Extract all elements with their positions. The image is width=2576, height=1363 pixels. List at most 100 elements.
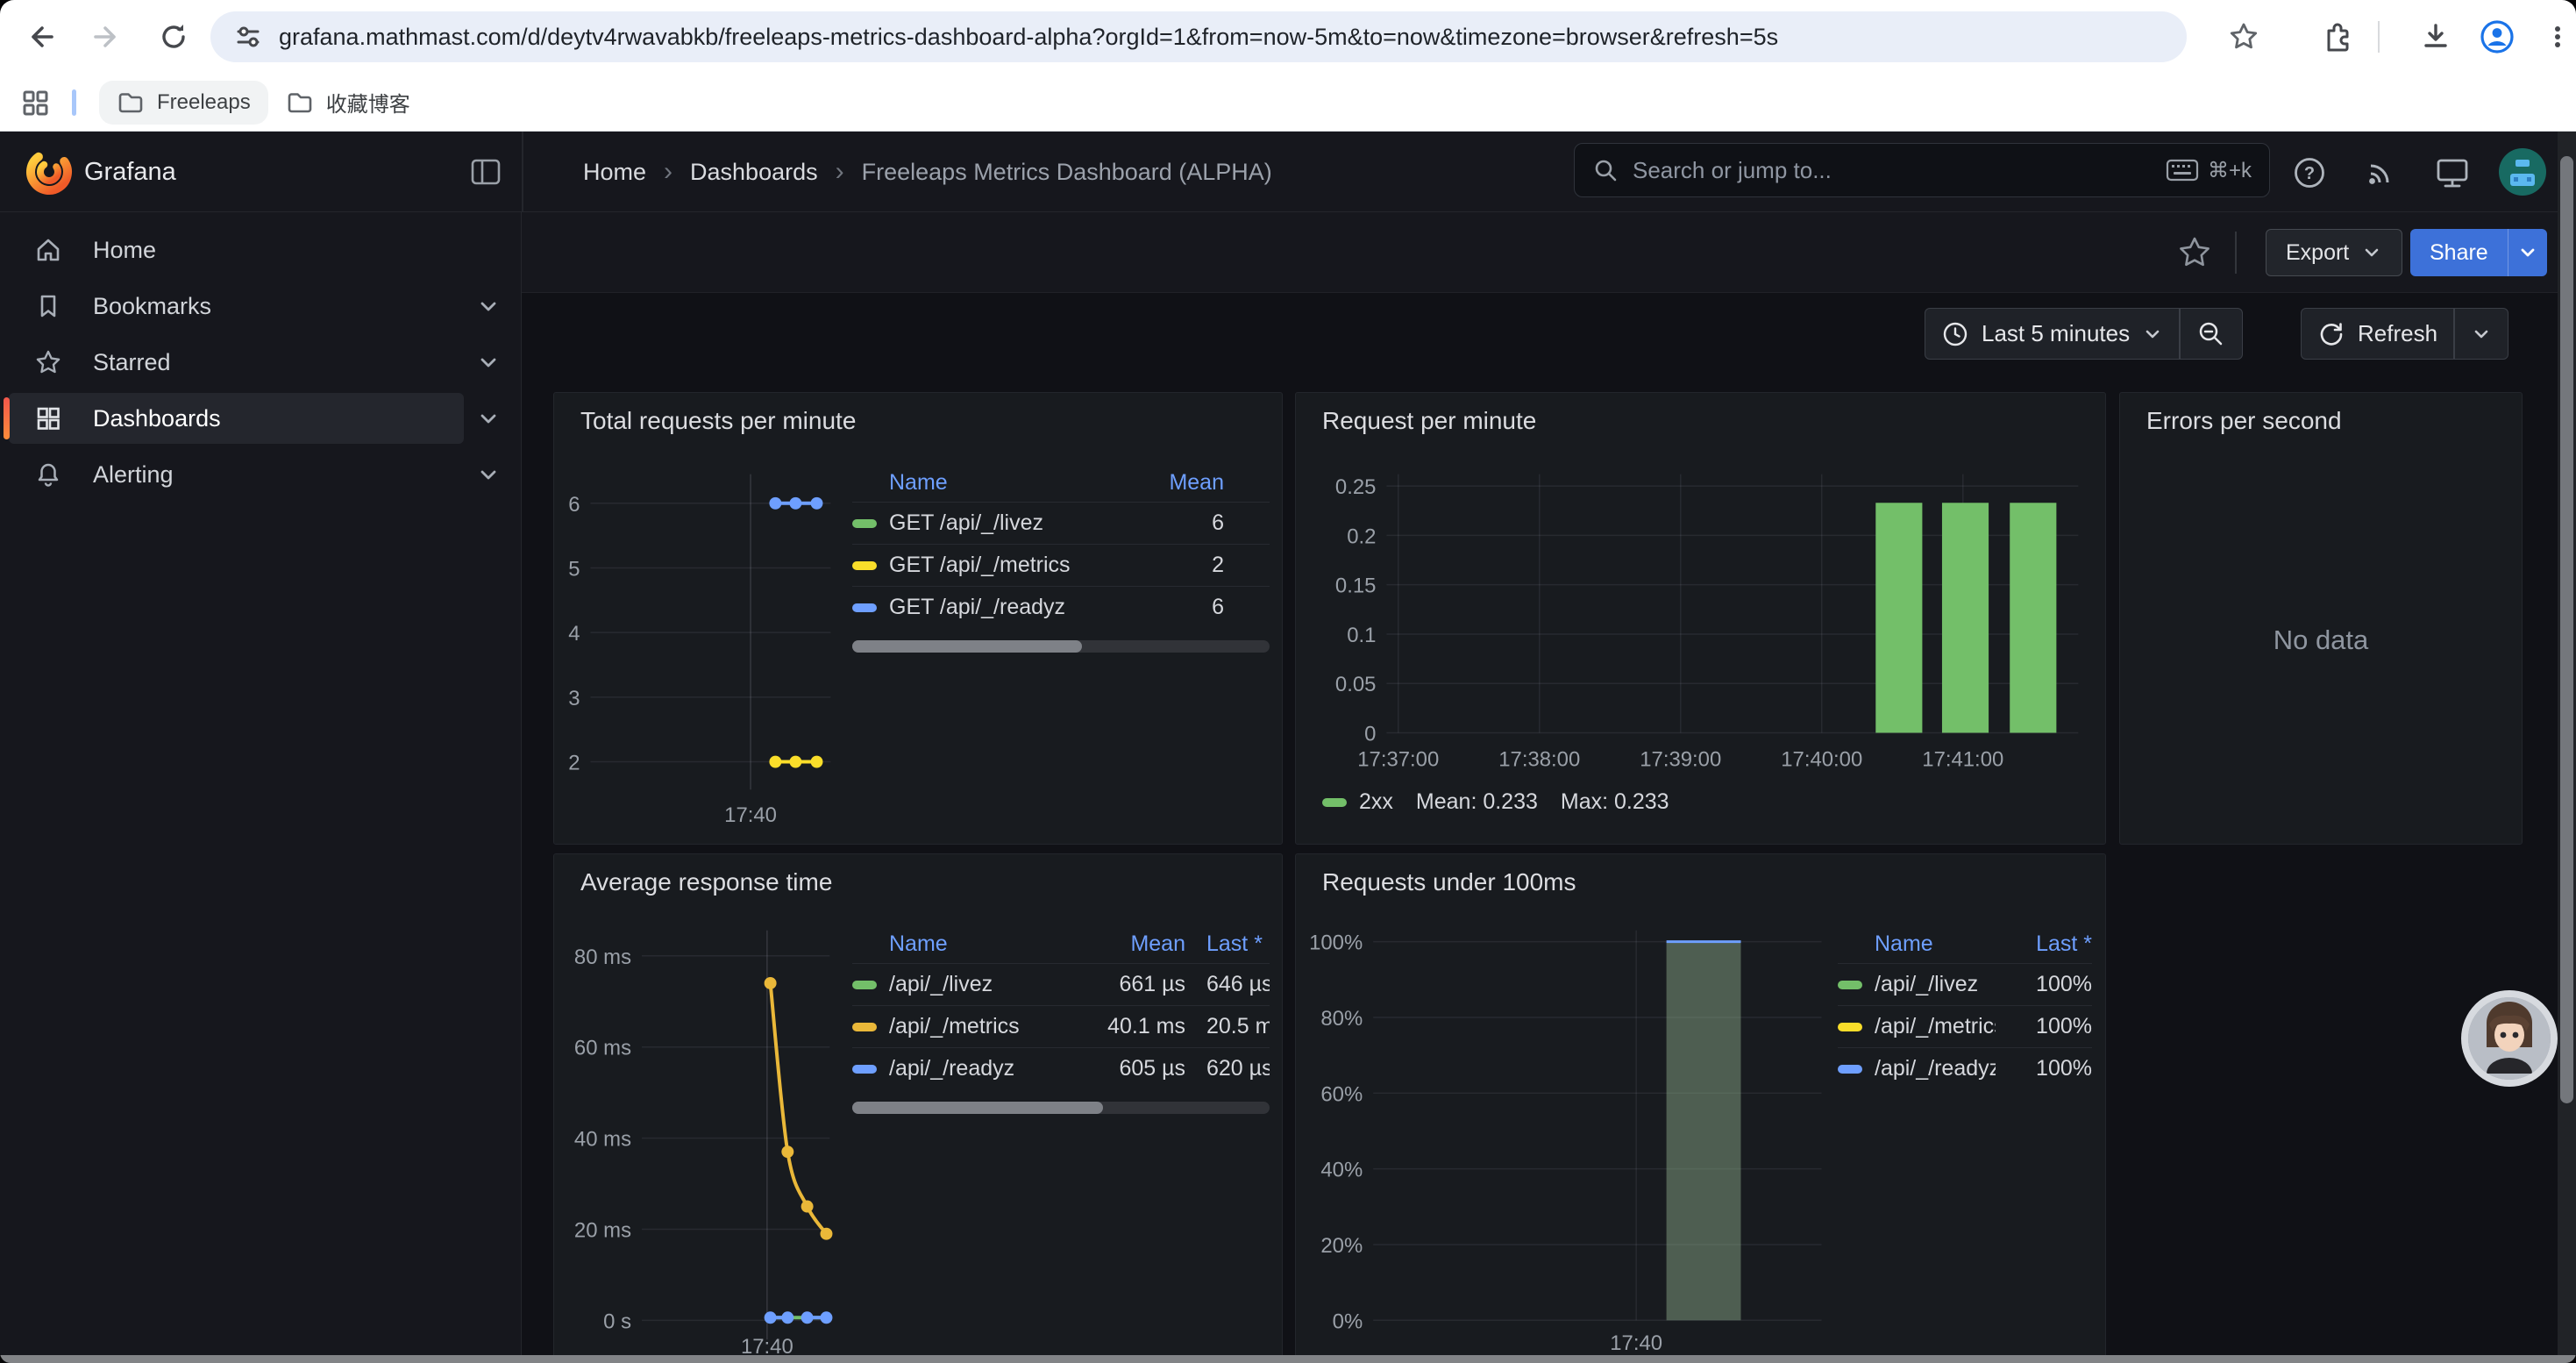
panel-average-response-time: 80 ms60 ms40 ms20 ms0 s17:40 Average res…	[553, 853, 1283, 1363]
svg-text:17:38:00: 17:38:00	[1498, 747, 1580, 771]
legend-row[interactable]: /api/_/readyz605 µs620 µs	[852, 1047, 1270, 1089]
sidebar-item-alerting[interactable]: Alerting	[9, 449, 464, 500]
refresh-button[interactable]: Refresh	[2302, 309, 2453, 359]
no-data-message: No data	[2120, 393, 2522, 844]
export-button[interactable]: Export	[2266, 229, 2402, 276]
bookmark-folder-freeleaps[interactable]: Freeleaps	[99, 81, 268, 125]
svg-text:40%: 40%	[1320, 1159, 1363, 1182]
user-avatar[interactable]	[2498, 147, 2547, 196]
svg-text:6: 6	[568, 493, 580, 517]
sidebar-item-home[interactable]: Home	[9, 225, 464, 275]
svg-text:0.15: 0.15	[1335, 574, 1377, 598]
legend-column-header[interactable]: Mean	[1054, 931, 1185, 957]
forward-button[interactable]	[82, 12, 132, 61]
legend-column-header[interactable]: Mean	[1119, 470, 1224, 496]
legend-row[interactable]: /api/_/readyz100%	[1838, 1047, 2092, 1089]
apps-grid-icon[interactable]	[19, 87, 51, 118]
sidebar-item-label: Bookmarks	[93, 293, 211, 320]
share-button-main[interactable]: Share	[2410, 229, 2508, 276]
panel-legend-table: NameMeanLast */api/_/livez661 µs646 µs/a…	[852, 924, 1270, 1114]
refresh-interval-caret[interactable]	[2455, 309, 2508, 359]
refresh-icon	[2317, 320, 2345, 348]
panel-legend: 2xx Mean: 0.233 Max: 0.233	[1322, 789, 1669, 815]
chevron-down-icon[interactable]	[475, 461, 502, 488]
legend-column-header[interactable]: Last *	[1996, 931, 2092, 957]
legend-row[interactable]: /api/_/livez100%	[1838, 963, 2092, 1005]
svg-text:5: 5	[568, 557, 580, 581]
sidebar-item-starred[interactable]: Starred	[9, 337, 464, 388]
svg-text:60%: 60%	[1320, 1082, 1363, 1106]
site-settings-icon[interactable]	[233, 22, 263, 52]
page-scrollbar	[2558, 132, 2576, 1363]
panel-legend-table: NameLast */api/_/livez100%/api/_/metrics…	[1838, 924, 2092, 1089]
monitor-icon[interactable]	[2431, 152, 2473, 194]
bookmark-folder-blogs[interactable]: 收藏博客	[268, 81, 428, 125]
legend-column-header[interactable]: Last *	[1206, 931, 1270, 957]
legend-row[interactable]: GET /api/_/metrics2	[852, 544, 1270, 586]
legend-row[interactable]: /api/_/metrics40.1 ms20.5 ms	[852, 1005, 1270, 1047]
favorite-dashboard-icon[interactable]	[2175, 233, 2214, 272]
chevron-down-icon[interactable]	[475, 405, 502, 432]
svg-text:0: 0	[1364, 722, 1376, 746]
assistant-avatar-widget[interactable]	[2460, 989, 2558, 1088]
time-range-picker[interactable]: Last 5 minutes	[1925, 309, 2179, 359]
zoom-out-button[interactable]	[2181, 309, 2242, 359]
legend-row[interactable]: GET /api/_/livez6	[852, 502, 1270, 544]
series-swatch	[1838, 1023, 1862, 1031]
svg-text:80%: 80%	[1320, 1007, 1363, 1031]
sidebar-item-dashboards[interactable]: Dashboards	[9, 393, 464, 444]
dashboard-actions-bar: Export Share	[522, 212, 2576, 293]
legend-row[interactable]: /api/_/livez661 µs646 µs	[852, 963, 1270, 1005]
svg-text:20 ms: 20 ms	[574, 1218, 631, 1242]
svg-text:17:39:00: 17:39:00	[1640, 747, 1721, 771]
series-swatch	[852, 981, 877, 989]
brand-name[interactable]: Grafana	[84, 132, 176, 212]
panel-title[interactable]: Average response time	[580, 868, 832, 896]
chevron-down-icon	[2142, 324, 2163, 345]
svg-text:17:41:00: 17:41:00	[1922, 747, 2003, 771]
panel-title[interactable]: Request per minute	[1322, 407, 1536, 435]
header-divider	[522, 132, 523, 211]
legend-item[interactable]: 2xx	[1322, 789, 1393, 815]
browser-menu-icon[interactable]	[2533, 12, 2576, 61]
url-text[interactable]: grafana.mathmast.com/d/deytv4rwavabkb/fr…	[279, 24, 1778, 51]
profile-icon[interactable]	[2473, 12, 2522, 61]
svg-text:17:40:00: 17:40:00	[1781, 747, 1862, 771]
svg-text:0.1: 0.1	[1347, 624, 1376, 647]
downloads-icon[interactable]	[2411, 12, 2460, 61]
panel-legend-table: NameMeanGET /api/_/livez6GET /api/_/metr…	[852, 463, 1270, 653]
legend-scrollbar[interactable]	[852, 640, 1270, 653]
panel-title[interactable]: Total requests per minute	[580, 407, 856, 435]
svg-text:3: 3	[568, 687, 580, 710]
grafana-logo[interactable]	[25, 147, 74, 196]
scrollbar-thumb[interactable]	[2560, 156, 2573, 1103]
search-input[interactable]	[1631, 156, 2166, 185]
breadcrumb-dashboards[interactable]: Dashboards	[690, 159, 818, 186]
breadcrumb-home[interactable]: Home	[583, 159, 646, 186]
back-button[interactable]	[16, 12, 65, 61]
grafana-sidebar: Home Bookmarks Starred Dashboards Alerti…	[0, 212, 522, 1363]
url-bar[interactable]: grafana.mathmast.com/d/deytv4rwavabkb/fr…	[210, 11, 2187, 62]
series-swatch	[1838, 1065, 1862, 1074]
panel-title[interactable]: Requests under 100ms	[1322, 868, 1576, 896]
sidebar-item-bookmarks[interactable]: Bookmarks	[9, 281, 464, 332]
sidebar-toggle-icon[interactable]	[470, 157, 502, 187]
news-rss-icon[interactable]	[2359, 152, 2402, 194]
star-icon	[33, 347, 63, 377]
legend-row[interactable]: GET /api/_/readyz6	[852, 586, 1270, 628]
reload-button[interactable]	[149, 12, 198, 61]
sidebar-item-label: Home	[93, 237, 156, 264]
extensions-icon[interactable]	[2310, 12, 2359, 61]
share-menu-caret[interactable]	[2508, 229, 2547, 276]
toolbar-divider	[2378, 21, 2380, 53]
browser-window: grafana.mathmast.com/d/deytv4rwavabkb/fr…	[0, 0, 2576, 1363]
bookmarks-separator	[72, 89, 76, 116]
help-icon[interactable]: ?	[2288, 152, 2330, 194]
legend-row[interactable]: /api/_/metrics100%	[1838, 1005, 2092, 1047]
bar-chart[interactable]: 0.250.20.150.10.05017:37:0017:38:0017:39…	[1296, 393, 2105, 844]
chevron-down-icon[interactable]	[475, 349, 502, 375]
bookmark-star-icon[interactable]	[2219, 12, 2268, 61]
legend-scrollbar[interactable]	[852, 1102, 1270, 1114]
search-bar[interactable]: ⌘+k	[1574, 143, 2270, 197]
chevron-down-icon[interactable]	[475, 293, 502, 319]
